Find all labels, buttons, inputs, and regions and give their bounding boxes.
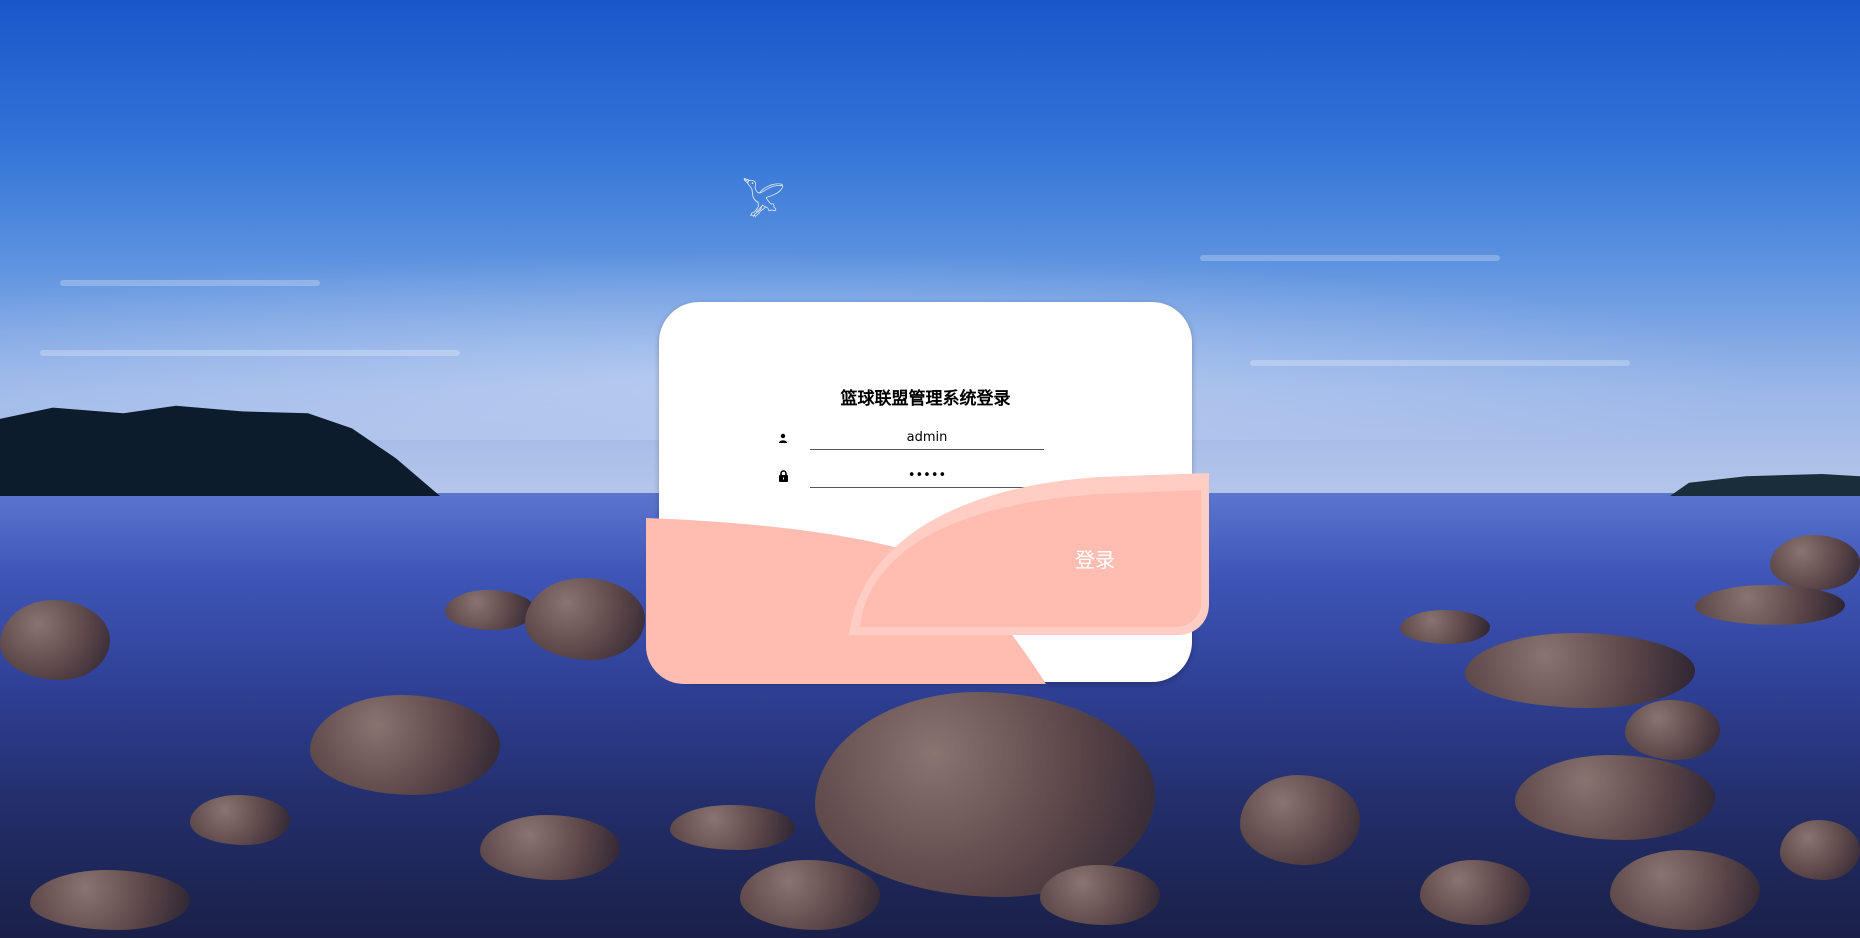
rock	[445, 590, 535, 630]
rock	[0, 600, 110, 680]
cloud	[40, 350, 460, 356]
rock	[740, 860, 880, 930]
rock	[1625, 700, 1720, 760]
rock	[1695, 585, 1845, 625]
page-title: 篮球联盟管理系统登录	[840, 389, 1011, 409]
rock	[480, 815, 620, 880]
username-row	[776, 425, 1076, 451]
rock	[1240, 775, 1360, 865]
rock	[30, 870, 190, 930]
rock	[1770, 535, 1860, 590]
rock	[1040, 865, 1160, 925]
password-row	[776, 463, 1076, 489]
rock	[1420, 860, 1530, 925]
rock	[190, 795, 290, 845]
rock	[310, 695, 500, 795]
rock	[1465, 633, 1695, 708]
lock-icon	[776, 469, 790, 483]
login-button[interactable]: 登录	[1050, 540, 1140, 576]
rock	[1780, 820, 1860, 880]
rock	[1515, 755, 1715, 840]
rock	[525, 578, 645, 660]
rock	[670, 805, 795, 850]
password-input[interactable]	[810, 463, 1044, 488]
rock	[1610, 850, 1760, 930]
rock	[1400, 610, 1490, 644]
user-icon	[776, 431, 790, 445]
cloud	[1200, 255, 1500, 261]
seagull-icon: 𓅯	[742, 183, 785, 224]
username-input[interactable]	[810, 425, 1044, 450]
cloud	[1250, 360, 1630, 366]
cloud	[60, 280, 320, 286]
